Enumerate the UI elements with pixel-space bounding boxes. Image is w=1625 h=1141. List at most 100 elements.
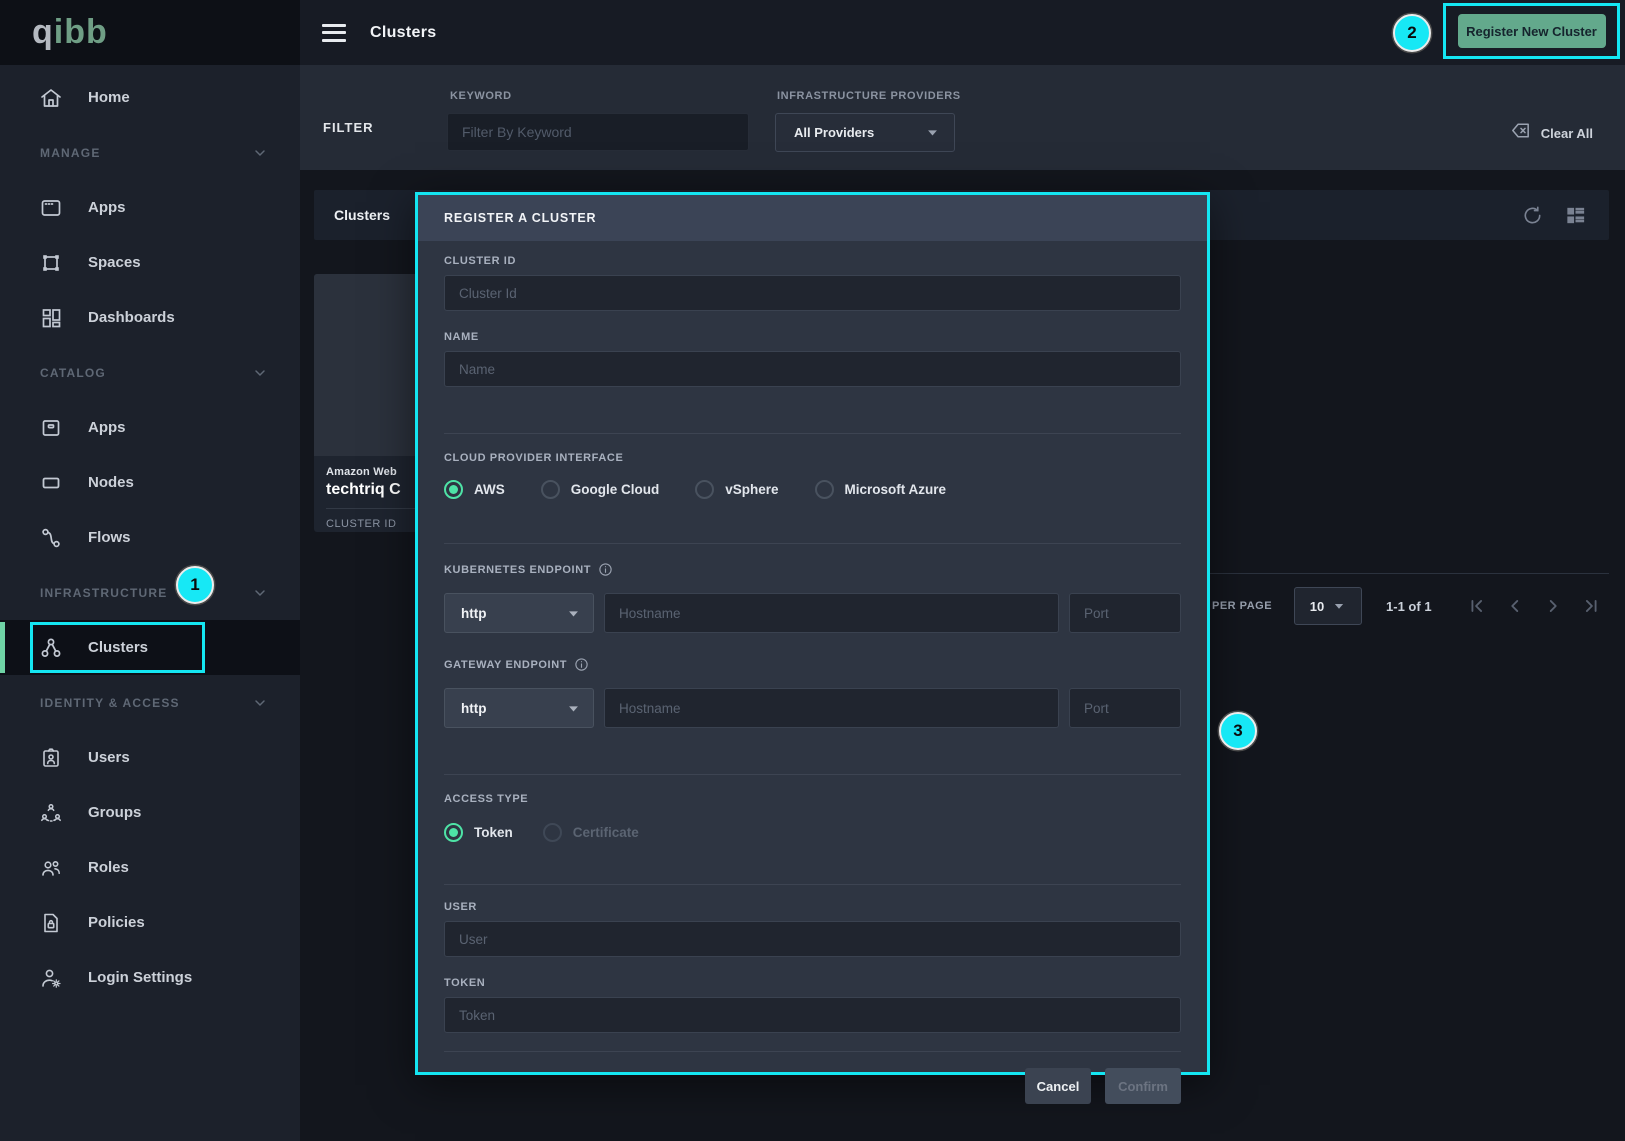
first-page-icon[interactable] xyxy=(1466,595,1488,617)
gateway-hostname-input[interactable] xyxy=(604,688,1059,728)
menu-icon[interactable] xyxy=(322,24,346,42)
token-input[interactable] xyxy=(444,997,1181,1033)
sidebar-section-catalog[interactable]: CATALOG xyxy=(0,345,300,400)
sidebar-item-spaces[interactable]: Spaces xyxy=(0,235,300,290)
sidebar-item-apps-manage[interactable]: Apps xyxy=(0,180,300,235)
gateway-endpoint-group: GATEWAY ENDPOINT http xyxy=(444,657,1181,728)
sidebar-item-label: Home xyxy=(88,89,130,106)
radio-vsphere[interactable]: vSphere xyxy=(695,480,778,499)
per-page-select[interactable]: 10 xyxy=(1294,587,1362,625)
radio-dot xyxy=(543,823,562,842)
filter-label: FILTER xyxy=(323,120,374,135)
sidebar-item-label: Clusters xyxy=(88,639,148,656)
sidebar-item-apps-catalog[interactable]: Apps xyxy=(0,400,300,455)
sidebar-item-policies[interactable]: Policies xyxy=(0,895,300,950)
keyword-label: KEYWORD xyxy=(450,90,512,102)
user-input[interactable] xyxy=(444,921,1181,957)
sidebar-item-label: Users xyxy=(88,749,130,766)
modal-divider xyxy=(444,1051,1181,1052)
cloud-provider-label: CLOUD PROVIDER INTERFACE xyxy=(444,452,1181,464)
step-marker-3: 3 xyxy=(1219,712,1257,750)
next-page-icon[interactable] xyxy=(1542,595,1564,617)
name-field-label: NAME xyxy=(444,331,1181,343)
login-settings-icon xyxy=(38,965,64,991)
modal-footer: Cancel Confirm xyxy=(444,1068,1181,1104)
sidebar-section-identity-access[interactable]: IDENTITY & ACCESS xyxy=(0,675,300,730)
list-view-icon[interactable] xyxy=(1564,204,1587,227)
logo-area: qibb xyxy=(0,0,300,65)
sidebar-item-flows[interactable]: Flows xyxy=(0,510,300,565)
last-page-icon[interactable] xyxy=(1580,595,1602,617)
kubernetes-scheme-select[interactable]: http xyxy=(444,593,594,633)
sidebar-item-label: Flows xyxy=(88,529,131,546)
sidebar-item-nodes[interactable]: Nodes xyxy=(0,455,300,510)
sidebar-item-label: Nodes xyxy=(88,474,134,491)
kubernetes-endpoint-label: KUBERNETES ENDPOINT xyxy=(444,564,591,576)
modal-divider xyxy=(444,774,1181,775)
clear-all-button[interactable]: Clear All xyxy=(1509,119,1593,147)
register-new-cluster-button[interactable]: Register New Cluster xyxy=(1458,14,1606,48)
flows-icon xyxy=(38,525,64,551)
radio-google-cloud[interactable]: Google Cloud xyxy=(541,480,660,499)
sidebar-item-home[interactable]: Home xyxy=(0,70,300,125)
info-icon[interactable] xyxy=(574,657,589,672)
modal-divider xyxy=(444,543,1181,544)
apps-window-icon xyxy=(38,195,64,221)
radio-token[interactable]: Token xyxy=(444,823,513,842)
confirm-button[interactable]: Confirm xyxy=(1105,1068,1181,1104)
kubernetes-port-input[interactable] xyxy=(1069,593,1181,633)
app-root: qibb Home MANAGE Apps xyxy=(0,0,1625,1141)
chevron-down-icon xyxy=(1332,599,1346,613)
radio-dot xyxy=(815,480,834,499)
sidebar-item-label: Login Settings xyxy=(88,969,192,986)
kubernetes-hostname-input[interactable] xyxy=(604,593,1059,633)
radio-microsoft-azure[interactable]: Microsoft Azure xyxy=(815,480,947,499)
sidebar-item-label: Groups xyxy=(88,804,141,821)
sidebar-item-clusters[interactable]: Clusters xyxy=(0,620,300,675)
modal-header: REGISTER A CLUSTER xyxy=(418,195,1207,241)
providers-select[interactable]: All Providers xyxy=(775,113,955,152)
gateway-scheme-select[interactable]: http xyxy=(444,688,594,728)
spaces-icon xyxy=(38,250,64,276)
refresh-icon[interactable] xyxy=(1521,204,1544,227)
radio-dot xyxy=(444,823,463,842)
page-title: Clusters xyxy=(370,24,436,42)
providers-select-value: All Providers xyxy=(794,125,925,140)
gateway-endpoint-label: GATEWAY ENDPOINT xyxy=(444,659,567,671)
chevron-down-icon xyxy=(566,606,581,621)
modal-divider xyxy=(444,433,1181,434)
home-icon xyxy=(38,85,64,111)
token-field-label: TOKEN xyxy=(444,977,1181,989)
cancel-button[interactable]: Cancel xyxy=(1025,1068,1091,1104)
sidebar-item-label: Dashboards xyxy=(88,309,175,326)
qibb-logo[interactable]: qibb xyxy=(32,13,108,52)
gateway-port-input[interactable] xyxy=(1069,688,1181,728)
sidebar-item-users[interactable]: Users xyxy=(0,730,300,785)
cloud-provider-group: CLOUD PROVIDER INTERFACE AWS Google Clou… xyxy=(444,452,1181,499)
chevron-down-icon xyxy=(566,701,581,716)
register-highlight-box: Register New Cluster xyxy=(1443,3,1620,59)
radio-dot xyxy=(444,480,463,499)
register-cluster-modal: REGISTER A CLUSTER CLUSTER ID NAME CLOUD… xyxy=(415,192,1210,1075)
sidebar-section-infrastructure[interactable]: INFRASTRUCTURE xyxy=(0,565,300,620)
previous-page-icon[interactable] xyxy=(1504,595,1526,617)
dashboards-icon xyxy=(38,305,64,331)
radio-certificate: Certificate xyxy=(543,823,639,842)
sidebar-item-login-settings[interactable]: Login Settings xyxy=(0,950,300,1005)
cluster-id-field-label: CLUSTER ID xyxy=(444,255,1181,267)
radio-aws[interactable]: AWS xyxy=(444,480,505,499)
name-input[interactable] xyxy=(444,351,1181,387)
keyword-search-input[interactable] xyxy=(447,113,749,151)
info-icon[interactable] xyxy=(598,562,613,577)
sidebar-item-roles[interactable]: Roles xyxy=(0,840,300,895)
sidebar-item-label: Apps xyxy=(88,199,126,216)
cluster-id-input[interactable] xyxy=(444,275,1181,311)
kubernetes-endpoint-group: KUBERNETES ENDPOINT http xyxy=(444,562,1181,633)
sidebar-section-manage[interactable]: MANAGE xyxy=(0,125,300,180)
modal-divider xyxy=(444,884,1181,885)
sidebar-item-groups[interactable]: Groups xyxy=(0,785,300,840)
per-page-label: PER PAGE xyxy=(1212,600,1272,612)
sidebar-item-dashboards[interactable]: Dashboards xyxy=(0,290,300,345)
catalog-apps-icon xyxy=(38,415,64,441)
sidebar-item-label: Roles xyxy=(88,859,129,876)
